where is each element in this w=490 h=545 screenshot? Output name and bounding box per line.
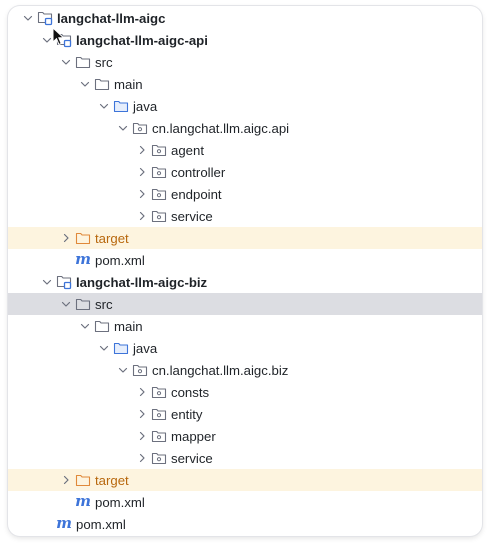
chevron-down-icon[interactable] [115, 362, 131, 378]
folder-icon [94, 318, 110, 334]
chevron-down-icon[interactable] [58, 54, 74, 70]
tree-row[interactable]: service [8, 205, 482, 227]
chevron-down-icon[interactable] [77, 318, 93, 334]
chevron-right-icon[interactable] [134, 208, 150, 224]
excluded-folder-icon [75, 472, 91, 488]
chevron-down-icon[interactable] [39, 32, 55, 48]
tree-row-label: java [133, 98, 158, 114]
tree-row[interactable]: java [8, 95, 482, 117]
module-folder-icon [56, 32, 72, 48]
tree-row[interactable]: cn.langchat.llm.aigc.api [8, 117, 482, 139]
tree-row-label: src [95, 54, 113, 70]
tree-row[interactable]: langchat-llm-aigc-api [8, 29, 482, 51]
maven-icon: m [75, 250, 91, 268]
tree-row-label: agent [171, 142, 205, 158]
chevron-right-icon[interactable] [134, 142, 150, 158]
maven-icon: m [75, 492, 91, 510]
tree-row-label: pom.xml [95, 252, 145, 268]
chevron-right-icon[interactable] [134, 186, 150, 202]
chevron-down-icon[interactable] [39, 274, 55, 290]
package-icon [151, 450, 167, 466]
maven-icon: m [56, 514, 72, 532]
chevron-right-icon[interactable] [134, 164, 150, 180]
chevron-down-icon[interactable] [96, 98, 112, 114]
tree-row[interactable]: agent [8, 139, 482, 161]
chevron-down-icon[interactable] [20, 10, 36, 26]
project-tree[interactable]: langchat-llm-aigc langchat-llm-aigc-api sr… [8, 7, 482, 535]
chevron-right-icon[interactable] [134, 406, 150, 422]
tree-row[interactable]: controller [8, 161, 482, 183]
package-icon [151, 406, 167, 422]
tree-row[interactable]: cn.langchat.llm.aigc.biz [8, 359, 482, 381]
tree-row-label: endpoint [171, 186, 222, 202]
tree-row-label: langchat-llm-aigc-api [76, 32, 208, 48]
tree-row[interactable]: main [8, 73, 482, 95]
folder-icon [75, 54, 91, 70]
chevron-down-icon[interactable] [96, 340, 112, 356]
chevron-down-icon[interactable] [58, 296, 74, 312]
package-icon [151, 208, 167, 224]
tree-row[interactable]: entity [8, 403, 482, 425]
project-tree-panel: langchat-llm-aigc langchat-llm-aigc-api sr… [8, 6, 482, 536]
tree-row[interactable]: service [8, 447, 482, 469]
tree-row-label: main [114, 76, 143, 92]
chevron-right-icon[interactable] [58, 472, 74, 488]
chevron-down-icon[interactable] [77, 76, 93, 92]
tree-row[interactable]: langchat-llm-aigc-biz [8, 271, 482, 293]
tree-row[interactable]: langchat-llm-aigc [8, 7, 482, 29]
chevron-right-icon[interactable] [134, 384, 150, 400]
tree-row[interactable]: mapper [8, 425, 482, 447]
chevron-down-icon[interactable] [115, 120, 131, 136]
tree-row[interactable]: target [8, 469, 482, 491]
source-folder-icon [113, 98, 129, 114]
tree-row[interactable]: src [8, 51, 482, 73]
tree-row[interactable]: m pom.xml [8, 249, 482, 271]
folder-icon [75, 296, 91, 312]
chevron-right-icon[interactable] [58, 230, 74, 246]
module-folder-icon [37, 10, 53, 26]
tree-row[interactable]: endpoint [8, 183, 482, 205]
tree-row-label: cn.langchat.llm.aigc.api [152, 120, 290, 136]
excluded-folder-icon [75, 230, 91, 246]
tree-row[interactable]: m pom.xml [8, 513, 482, 535]
tree-row[interactable]: consts [8, 381, 482, 403]
package-icon [132, 120, 148, 136]
tree-row-label: entity [171, 406, 203, 422]
source-folder-icon [113, 340, 129, 356]
package-icon [132, 362, 148, 378]
chevron-right-icon[interactable] [134, 428, 150, 444]
tree-row-label: pom.xml [76, 516, 126, 532]
tree-row-label: java [133, 340, 158, 356]
tree-row-label: langchat-llm-aigc-biz [76, 274, 208, 290]
tree-row[interactable]: src [8, 293, 482, 315]
package-icon [151, 164, 167, 180]
tree-row-label: mapper [171, 428, 216, 444]
module-folder-icon [56, 274, 72, 290]
tree-row[interactable]: main [8, 315, 482, 337]
tree-row-label: cn.langchat.llm.aigc.biz [152, 362, 289, 378]
chevron-right-icon[interactable] [134, 450, 150, 466]
package-icon [151, 142, 167, 158]
tree-row-label: main [114, 318, 143, 334]
tree-row-label: langchat-llm-aigc [57, 10, 166, 26]
tree-row-label: target [95, 230, 129, 246]
tree-row-label: service [171, 450, 213, 466]
package-icon [151, 428, 167, 444]
tree-row-label: src [95, 296, 113, 312]
tree-row-label: service [171, 208, 213, 224]
tree-row-label: controller [171, 164, 226, 180]
package-icon [151, 384, 167, 400]
tree-row-label: target [95, 472, 129, 488]
tree-row[interactable]: m pom.xml [8, 491, 482, 513]
folder-icon [94, 76, 110, 92]
tree-row[interactable]: java [8, 337, 482, 359]
tree-row-label: pom.xml [95, 494, 145, 510]
package-icon [151, 186, 167, 202]
tree-row[interactable]: target [8, 227, 482, 249]
tree-row-label: consts [171, 384, 210, 400]
